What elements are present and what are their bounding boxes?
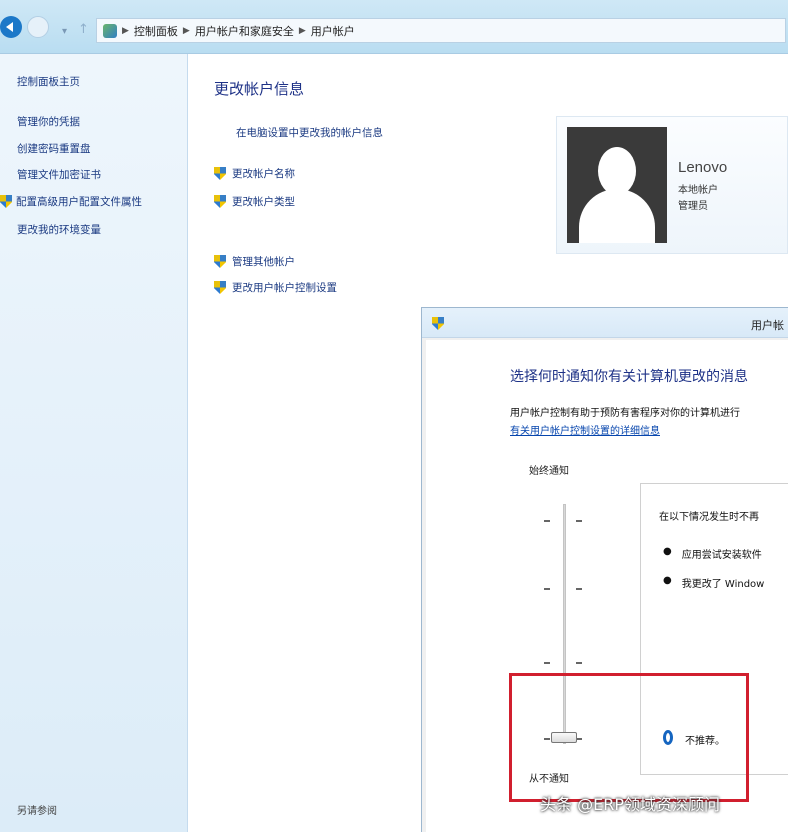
dialog-description: 用户帐户控制有助于预防有害程序对你的计算机进行 <box>510 408 740 419</box>
bullet-icon: ● <box>663 575 672 586</box>
bullet-text: 应用尝试安装软件 <box>681 550 762 561</box>
user-silhouette-icon <box>598 147 636 195</box>
manage-encryption-certs-link[interactable]: 管理文件加密证书 <box>17 167 101 182</box>
breadcrumb[interactable]: ▶ 控制面板 ▶ 用户帐户和家庭安全 ▶ 用户帐户 <box>96 18 786 43</box>
account-type: 本地帐户 <box>678 185 718 196</box>
user-silhouette-body <box>579 189 655 243</box>
slider-tick <box>544 588 550 590</box>
dialog-titlebar: 用户帐 <box>422 308 788 338</box>
breadcrumb-control-panel[interactable]: 控制面板 <box>134 23 178 39</box>
change-uac-settings-link[interactable]: 更改用户帐户控制设置 <box>214 280 337 295</box>
change-account-type-label: 更改帐户类型 <box>232 196 295 208</box>
level-description-heading: 在以下情况发生时不再 <box>659 512 759 523</box>
see-also-label: 另请参阅 <box>17 806 57 817</box>
slider-tick <box>544 662 550 664</box>
uac-shield-icon <box>214 195 226 208</box>
breadcrumb-user-accounts-family[interactable]: 用户帐户和家庭安全 <box>195 23 294 39</box>
account-status: 管理员 <box>678 201 708 212</box>
bullet-icon: ● <box>663 546 672 557</box>
slider-top-label: 始终通知 <box>529 466 569 477</box>
uac-shield-icon <box>214 281 226 294</box>
avatar <box>567 127 667 243</box>
forward-button[interactable] <box>27 16 49 38</box>
account-card: Lenovo 本地帐户 管理员 <box>556 116 788 254</box>
manage-other-accounts-link[interactable]: 管理其他帐户 <box>214 254 295 269</box>
bullet-text: 我更改了 Window <box>681 579 765 590</box>
advanced-profile-properties-link[interactable]: 配置高级用户配置文件属性 <box>0 194 142 209</box>
uac-shield-icon <box>214 167 226 180</box>
create-reset-disk-link[interactable]: 创建密码重置盘 <box>17 141 91 156</box>
advanced-profile-properties-label: 配置高级用户配置文件属性 <box>16 196 142 208</box>
address-bar: ▾ ↑ ▶ 控制面板 ▶ 用户帐户和家庭安全 ▶ 用户帐户 <box>0 0 788 54</box>
uac-more-info-link[interactable]: 有关用户帐户控制设置的详细信息 <box>510 422 660 437</box>
watermark: 头条 @ERP领域资深顾问 <box>540 795 720 814</box>
manage-other-accounts-label: 管理其他帐户 <box>232 256 295 268</box>
change-account-name-link[interactable]: 更改帐户名称 <box>214 166 295 181</box>
breadcrumb-user-accounts[interactable]: 用户帐户 <box>311 23 355 39</box>
annotation-highlight-box <box>509 673 749 802</box>
change-account-type-link[interactable]: 更改帐户类型 <box>214 194 295 209</box>
left-pane: 控制面板主页 管理你的凭据 创建密码重置盘 管理文件加密证书 配置高级用户配置文… <box>0 54 188 832</box>
chevron-right-icon: ▶ <box>182 25 190 36</box>
change-uac-settings-label: 更改用户帐户控制设置 <box>232 282 337 294</box>
recent-pages-chevron-icon[interactable]: ▾ <box>62 26 67 37</box>
account-name: Lenovo <box>678 159 728 176</box>
slider-tick <box>576 520 582 522</box>
up-arrow-icon[interactable]: ↑ <box>78 22 89 37</box>
control-panel-icon <box>103 23 117 38</box>
uac-shield-icon <box>432 317 444 330</box>
slider-tick <box>576 588 582 590</box>
slider-tick <box>576 662 582 664</box>
manage-credentials-link[interactable]: 管理你的凭据 <box>17 114 80 129</box>
list-item: ● 我更改了 Window <box>663 575 764 590</box>
dialog-title: 用户帐 <box>751 319 784 332</box>
chevron-right-icon: ▶ <box>122 25 129 36</box>
change-account-name-label: 更改帐户名称 <box>232 168 295 180</box>
chevron-right-icon: ▶ <box>298 25 306 36</box>
dialog-heading: 选择何时通知你有关计算机更改的消息 <box>510 369 748 385</box>
uac-shield-icon <box>214 255 226 268</box>
uac-shield-icon <box>0 195 12 208</box>
list-item: ● 应用尝试安装软件 <box>663 546 762 561</box>
environment-variables-link[interactable]: 更改我的环境变量 <box>17 222 101 237</box>
pc-settings-link[interactable]: 在电脑设置中更改我的帐户信息 <box>236 125 383 140</box>
slider-tick <box>544 520 550 522</box>
back-button[interactable] <box>0 16 22 38</box>
page-title: 更改帐户信息 <box>214 80 305 98</box>
control-panel-home-link[interactable]: 控制面板主页 <box>17 74 80 89</box>
